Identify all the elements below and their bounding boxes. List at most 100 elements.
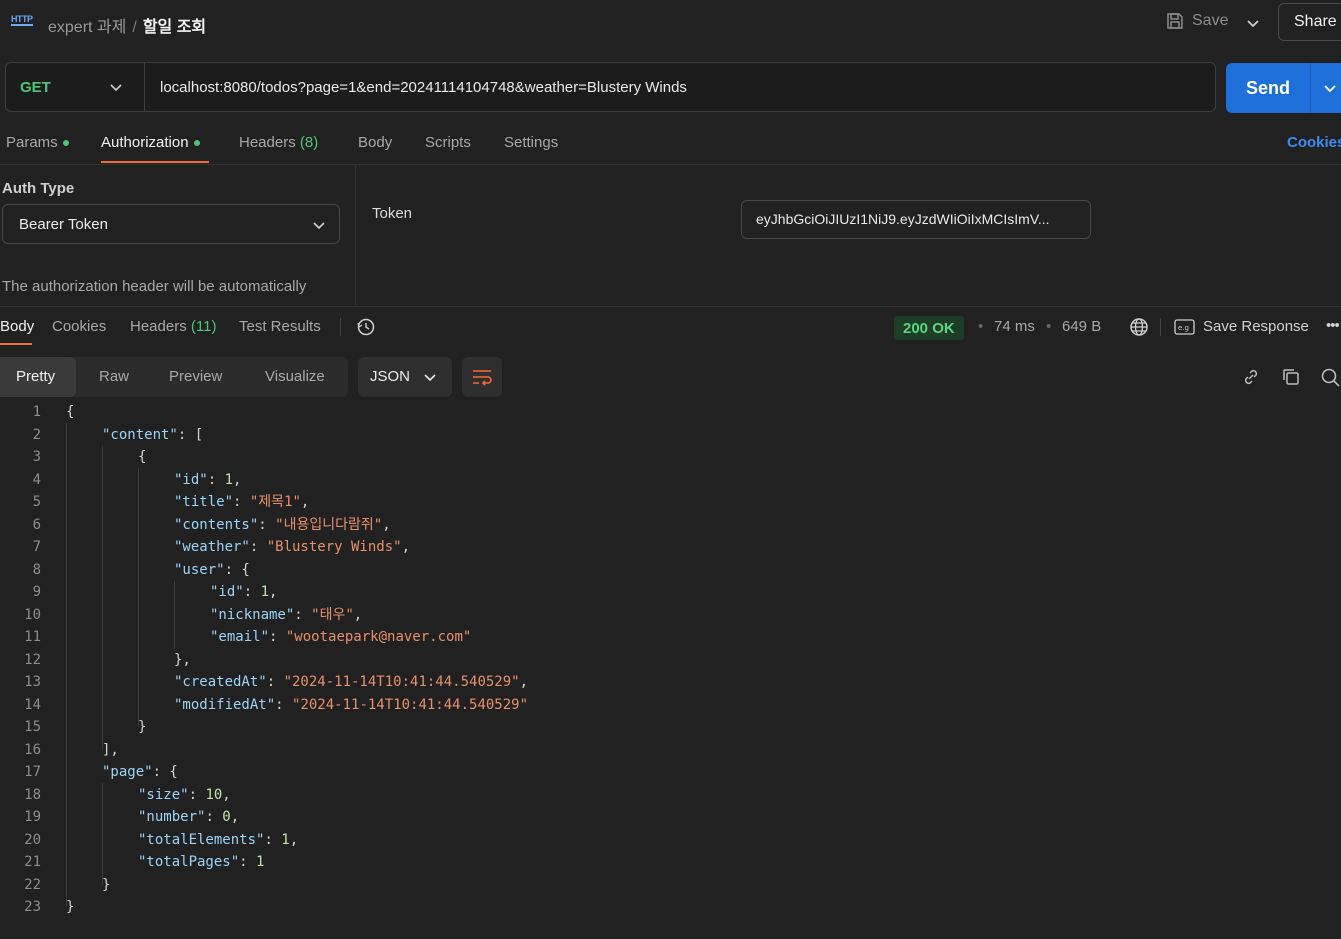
send-button[interactable]: Send: [1226, 63, 1341, 113]
tab-scripts[interactable]: Scripts: [425, 134, 471, 151]
code-token: :: [275, 696, 293, 713]
view-pretty-button[interactable]: Pretty: [16, 368, 55, 385]
code-token: :: [239, 854, 257, 870]
tab-authorization[interactable]: Authorization: [101, 134, 200, 151]
wrap-lines-button[interactable]: [462, 357, 502, 397]
auth-type-value: Bearer Token: [19, 216, 108, 233]
code-token: {: [66, 404, 75, 420]
auth-note: The authorization header will be automat…: [2, 278, 307, 295]
meta-dot: •: [1046, 318, 1052, 335]
line-number: 6: [32, 516, 41, 533]
response-tab-body[interactable]: Body: [0, 318, 34, 335]
link-icon[interactable]: [1241, 367, 1261, 387]
save-response-icon: e.g: [1174, 318, 1195, 335]
tab-settings[interactable]: Settings: [504, 134, 558, 151]
view-preview-button[interactable]: Preview: [169, 368, 222, 385]
view-raw-button[interactable]: Raw: [99, 368, 129, 385]
code-token: },: [174, 651, 191, 668]
share-button[interactable]: Share: [1278, 3, 1341, 41]
more-options-icon[interactable]: •••: [1326, 317, 1340, 334]
tab-params[interactable]: Params: [6, 134, 69, 151]
line-number: 14: [24, 696, 41, 713]
line-content: "createdAt": "2024-11-14T10:41:44.540529…: [174, 671, 528, 693]
method-divider: [144, 63, 145, 111]
history-icon[interactable]: [356, 317, 376, 337]
code-token: "content": [102, 426, 178, 443]
line-content: },: [174, 649, 191, 671]
code-token: :: [266, 674, 284, 690]
code-token: :: [249, 539, 267, 555]
code-token: {: [138, 449, 147, 465]
code-token: "내용입니다람쥐": [275, 516, 383, 533]
line-content: "modifiedAt": "2024-11-14T10:41:44.54052…: [174, 694, 528, 716]
save-options-chevron-down-icon[interactable]: [1244, 14, 1262, 32]
auth-type-select[interactable]: Bearer Token: [2, 204, 340, 244]
code-token: ,: [353, 606, 363, 623]
response-tab-cookies[interactable]: Cookies: [52, 318, 106, 335]
code-token: :: [269, 629, 286, 645]
globe-icon[interactable]: [1129, 317, 1149, 337]
meta-dot: •: [978, 318, 984, 335]
code-token: ,: [519, 674, 529, 690]
code-token: "page": [102, 764, 153, 780]
send-options-chevron-down-icon[interactable]: [1323, 81, 1337, 95]
code-token: "number": [138, 809, 206, 825]
line-content: "content": [: [102, 424, 203, 446]
url-input[interactable]: localhost:8080/todos?page=1&end=20241114…: [160, 79, 687, 96]
method-chevron-down-icon[interactable]: [109, 80, 123, 94]
code-token: "size": [138, 786, 189, 803]
tab-body[interactable]: Body: [358, 134, 392, 151]
line-number: 4: [32, 471, 41, 488]
line-number: 13: [24, 674, 41, 690]
save-response-label: Save Response: [1203, 318, 1309, 335]
tab-headers-count: (8): [299, 134, 319, 151]
code-token: "createdAt": [174, 674, 267, 690]
token-input[interactable]: eyJhbGciOiJIUzI1NiJ9.eyJzdWIiOiIxMCIsImV…: [741, 200, 1091, 239]
code-token: "태우": [311, 606, 354, 623]
line-number: 2: [32, 426, 41, 443]
code-token: ,: [222, 786, 231, 803]
tab-authorization-label: Authorization: [101, 134, 189, 151]
breadcrumb: expert 과제 / 할일 조회: [48, 13, 206, 37]
response-tab-headers[interactable]: Headers (11): [130, 318, 216, 335]
view-visualize-button[interactable]: Visualize: [265, 368, 325, 385]
line-number: 12: [24, 651, 41, 668]
code-line: 5 "title": "제목1",: [0, 491, 1341, 513]
line-number: 10: [24, 606, 41, 623]
code-token: "totalElements": [138, 831, 265, 848]
code-line: 23}: [0, 896, 1341, 918]
code-line: 20 "totalElements": 1,: [0, 829, 1341, 851]
view-mode-group: Pretty Raw Preview Visualize: [0, 357, 348, 397]
line-content: }: [66, 896, 74, 918]
auth-type-chevron-down-icon: [313, 222, 325, 230]
wrap-lines-icon: [473, 370, 492, 386]
response-tab-test-results[interactable]: Test Results: [239, 318, 321, 335]
line-number: 7: [32, 539, 41, 555]
line-content: "weather": "Blustery Winds",: [174, 536, 410, 558]
code-line: 7 "weather": "Blustery Winds",: [0, 536, 1341, 558]
active-tab-indicator: [101, 161, 209, 163]
save-button[interactable]: Save: [1166, 12, 1228, 30]
copy-icon[interactable]: [1281, 367, 1301, 387]
code-token: "title": [174, 494, 234, 510]
meta-divider: [1160, 318, 1161, 336]
breadcrumb-separator: /: [132, 19, 137, 36]
tab-headers[interactable]: Headers (8): [239, 134, 318, 151]
cookies-link[interactable]: Cookies: [1287, 134, 1341, 151]
breadcrumb-collection[interactable]: expert 과제: [48, 19, 126, 36]
code-token: :: [243, 584, 261, 600]
method-select[interactable]: GET: [20, 79, 51, 96]
breadcrumb-request-name[interactable]: 할일 조회: [143, 19, 206, 36]
send-label: Send: [1246, 78, 1291, 98]
code-token: "totalPages": [138, 854, 240, 870]
code-token: "id": [210, 584, 244, 600]
save-label: Save: [1192, 12, 1229, 29]
format-select[interactable]: JSON: [358, 357, 452, 397]
code-token: "wootaepark@naver.com": [285, 629, 472, 645]
code-line: 14 "modifiedAt": "2024-11-14T10:41:44.540…: [0, 694, 1341, 716]
search-icon[interactable]: [1320, 367, 1340, 387]
code-token: ,: [401, 539, 411, 555]
save-response-button[interactable]: e.g Save Response: [1174, 318, 1309, 335]
code-token: }: [102, 876, 111, 893]
code-token: :: [264, 831, 282, 848]
